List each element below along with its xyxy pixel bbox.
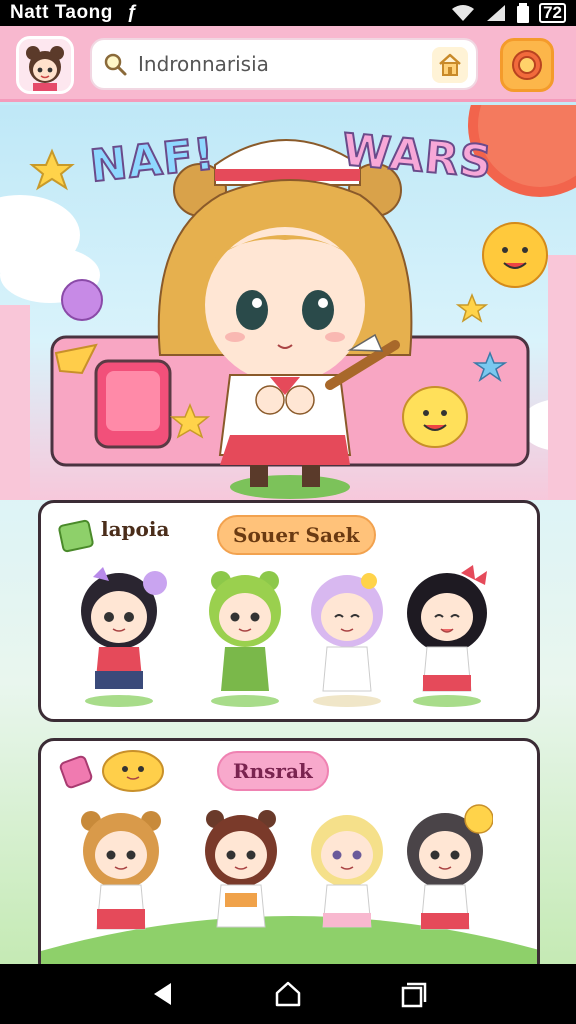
character-card-1[interactable]: lapoia Souer Saek: [38, 500, 540, 722]
chibi-character[interactable]: [193, 797, 289, 947]
menu-icon: [512, 50, 542, 80]
menu-button[interactable]: [500, 38, 554, 92]
chibi-character[interactable]: [299, 559, 395, 709]
chibi-character[interactable]: [71, 559, 167, 709]
status-title: Natt Taong: [10, 2, 113, 23]
search-bar[interactable]: [90, 38, 478, 90]
chibi-character[interactable]: [399, 559, 495, 709]
status-extra: ƒ: [126, 2, 138, 23]
card-1-pill[interactable]: Souer Saek: [217, 515, 376, 555]
app-screen: NAF! WARS lapoia Souer Saek: [0, 26, 576, 964]
home-icon: [439, 53, 461, 76]
avatar[interactable]: [16, 36, 74, 94]
status-time: 72: [539, 3, 566, 23]
card-2-pill[interactable]: Rnsrak: [217, 751, 329, 791]
avatar-image: [19, 39, 71, 91]
app-header: [0, 26, 576, 102]
system-nav-bar: [0, 964, 576, 1024]
chibi-character[interactable]: [299, 797, 395, 947]
character-card-2[interactable]: Rnsrak: [38, 738, 540, 964]
chibi-character[interactable]: [197, 559, 293, 709]
status-bar: Natt Taong ƒ 72: [0, 0, 576, 26]
hero-section: NAF! WARS: [0, 105, 576, 500]
chibi-character[interactable]: [73, 797, 169, 947]
back-button[interactable]: [143, 974, 183, 1014]
bread-icon: [102, 750, 164, 792]
search-icon: [104, 53, 127, 76]
status-icons: 72: [451, 3, 566, 23]
recents-icon: [402, 982, 427, 1008]
chibi-character[interactable]: [397, 797, 493, 947]
home-nav-button[interactable]: [268, 974, 308, 1014]
book-icon: [58, 519, 94, 553]
battery-icon: [517, 3, 530, 23]
recents-button[interactable]: [393, 974, 433, 1014]
back-icon: [153, 983, 171, 1005]
signal-icon: [487, 5, 506, 21]
candy-icon: [59, 755, 93, 789]
wifi-icon: [452, 5, 475, 21]
search-input[interactable]: [138, 52, 428, 76]
home-button[interactable]: [432, 47, 468, 83]
card-1-tag: lapoia: [101, 517, 170, 541]
home-nav-icon: [275, 981, 301, 1007]
